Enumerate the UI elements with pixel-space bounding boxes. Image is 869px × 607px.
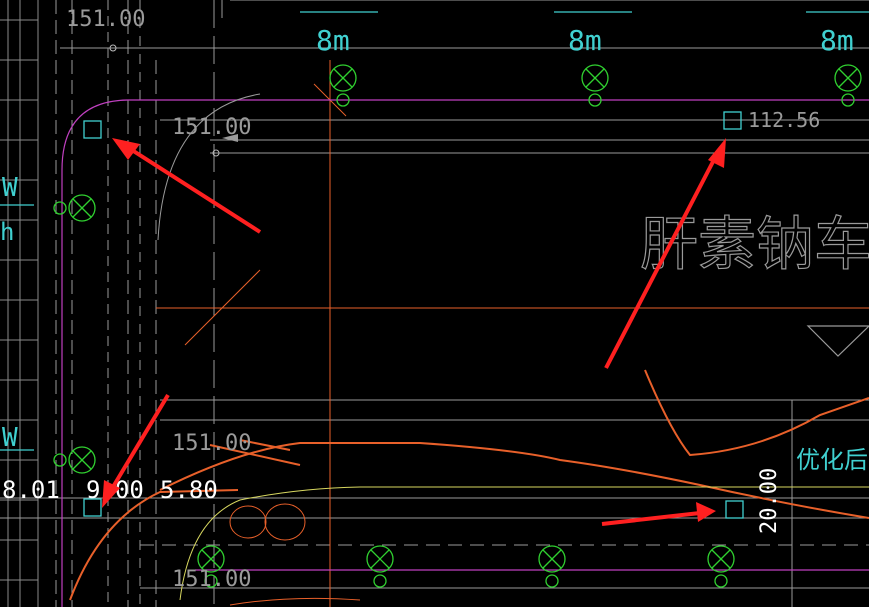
lamp-fixtures — [53, 64, 862, 588]
left-hatch-area — [0, 0, 39, 607]
label-dim-left: 8.01 — [2, 476, 60, 504]
label-dim-right: 5.80 — [160, 476, 218, 504]
lamp-icon — [538, 545, 566, 588]
road-dashed-lines — [55, 0, 157, 607]
survey-points — [83, 111, 744, 519]
label-point-elev: 112.56 — [748, 108, 820, 132]
label-elev-lower: 151.00 — [172, 431, 251, 456]
red-arrow-icon — [601, 502, 716, 526]
triangle-marker-icon — [806, 325, 869, 357]
label-spacing-3: 8m — [820, 24, 854, 57]
annotation-arrows — [102, 138, 726, 526]
red-arrow-icon — [112, 138, 262, 234]
lamp-icon — [53, 446, 96, 474]
lamp-icon — [366, 545, 394, 588]
lamp-icon — [53, 194, 96, 222]
lamp-icon — [707, 545, 735, 588]
label-elev-mid: 151.00 — [172, 115, 251, 140]
grid-lines — [0, 0, 869, 607]
label-left-h: h — [0, 218, 14, 246]
survey-point-icon — [725, 500, 744, 519]
label-left-w2: W — [2, 423, 18, 453]
survey-point-icon — [83, 120, 102, 139]
label-elev-top: 151.00 — [66, 7, 145, 32]
magenta-outline — [61, 99, 869, 607]
label-spacing-1: 8m — [316, 24, 350, 57]
label-left-w1: W — [2, 173, 18, 203]
label-optimize-note: 优化后 — [796, 446, 868, 474]
cad-drawing-canvas[interactable]: 151.00 151.00 112.56 151.00 151.00 8.01 … — [0, 0, 869, 607]
label-elev-bottom: 151.00 — [172, 567, 251, 592]
label-building-name: 肝素钠车间 — [640, 210, 869, 278]
label-dim-vertical: 20.00 — [757, 468, 782, 534]
label-spacing-2: 8m — [568, 24, 602, 57]
